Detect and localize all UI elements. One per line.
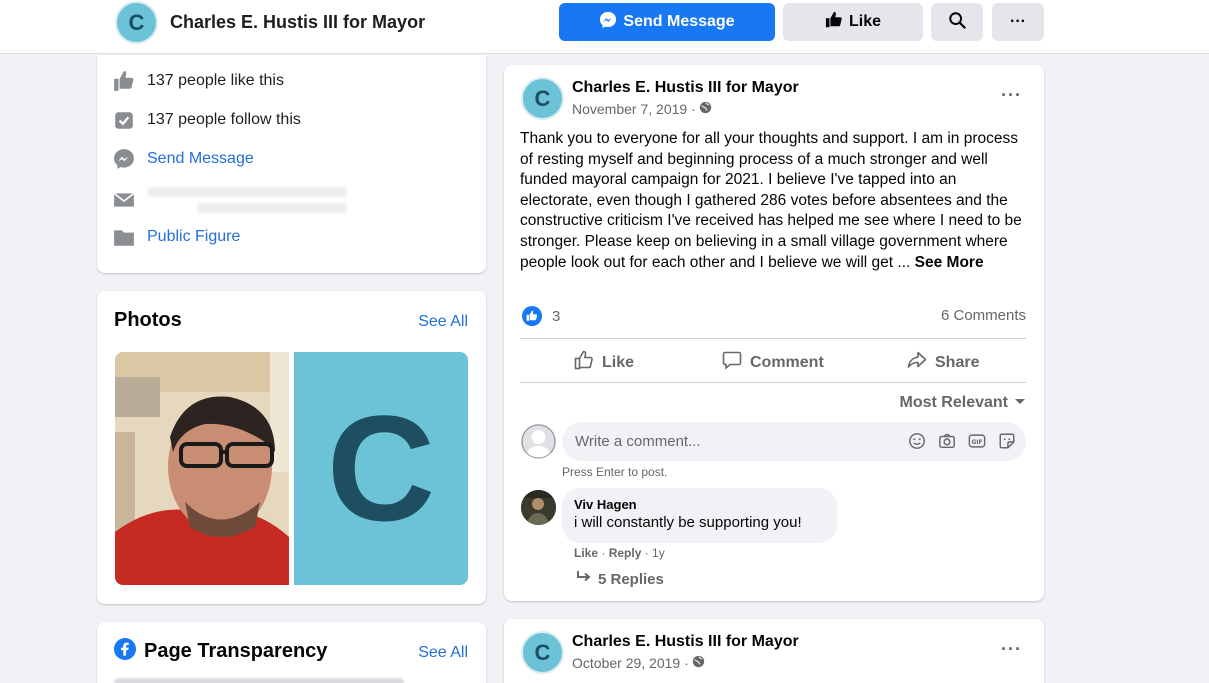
like-reaction-icon xyxy=(522,306,542,326)
photos-see-all-link[interactable]: See All xyxy=(418,313,468,331)
post-timestamp[interactable]: November 7, 2019 · xyxy=(572,101,712,117)
like-page-button[interactable]: Like xyxy=(783,3,923,41)
caret-down-icon xyxy=(1014,394,1026,412)
follow-check-icon xyxy=(113,109,135,131)
search-icon xyxy=(948,11,966,34)
divider xyxy=(520,338,1026,339)
thumbs-up-icon xyxy=(113,70,135,92)
gif-icon[interactable]: GIF xyxy=(968,432,986,455)
post-date-text: October 29, 2019 · xyxy=(572,655,689,671)
send-message-row[interactable]: Send Message xyxy=(113,148,254,170)
redacted-email xyxy=(147,187,347,213)
page-header: C Charles E. Hustis III for Mayor Send M… xyxy=(0,0,1209,54)
comment-input[interactable]: Write a comment... GIF xyxy=(562,422,1026,461)
search-button[interactable] xyxy=(931,3,983,41)
commenter-avatar[interactable] xyxy=(521,490,556,525)
like-post-button[interactable]: Like xyxy=(574,350,634,375)
post-text: Thank you to everyone for all your thoug… xyxy=(520,130,1022,271)
post-card: C Charles E. Hustis III for Mayor Novemb… xyxy=(504,65,1044,601)
share-button[interactable]: Share xyxy=(907,350,979,375)
follows-text: 137 people follow this xyxy=(147,111,301,128)
comment-text: i will constantly be supporting you! xyxy=(574,514,802,531)
likes-row: 137 people like this xyxy=(113,70,284,92)
profile-photo[interactable] xyxy=(115,352,289,585)
post-author-avatar[interactable]: C xyxy=(521,631,564,674)
reply-arrow-icon xyxy=(576,570,592,588)
globe-icon xyxy=(692,655,705,671)
messenger-icon xyxy=(599,11,617,34)
send-message-button[interactable]: Send Message xyxy=(559,3,775,41)
svg-text:GIF: GIF xyxy=(972,440,983,446)
post-options-button[interactable]: ··· xyxy=(1001,639,1022,660)
post-date-text: November 7, 2019 · xyxy=(572,101,696,117)
page-title[interactable]: Charles E. Hustis III for Mayor xyxy=(170,12,425,33)
transparency-text-clipped xyxy=(114,678,404,683)
logo-photo[interactable]: C xyxy=(294,352,468,585)
comment-button[interactable]: Comment xyxy=(722,350,824,375)
thumbs-up-icon xyxy=(825,11,843,34)
likes-text: 137 people like this xyxy=(147,72,284,89)
photos-title: Photos xyxy=(114,309,182,331)
more-icon: ··· xyxy=(1010,13,1026,30)
category-row[interactable]: Public Figure xyxy=(113,226,240,248)
like-page-label: Like xyxy=(848,13,881,30)
comment-icon xyxy=(722,350,742,375)
like-post-label: Like xyxy=(602,353,635,371)
send-message-link[interactable]: Send Message xyxy=(147,150,254,168)
reaction-summary[interactable]: 3 xyxy=(522,306,560,326)
post-timestamp[interactable]: October 29, 2019 · xyxy=(572,655,705,671)
logo-letter: C xyxy=(326,384,436,552)
comment-tools: GIF xyxy=(908,432,1016,455)
comment-sort-dropdown[interactable]: Most Relevant xyxy=(900,394,1026,412)
comment-placeholder: Write a comment... xyxy=(575,433,701,450)
transparency-title: Page Transparency xyxy=(144,640,328,662)
emoji-icon[interactable] xyxy=(908,432,926,455)
comment-bubble: Viv Hagen i will constantly be supportin… xyxy=(562,488,837,543)
thumbs-up-outline-icon xyxy=(574,350,594,375)
category-link[interactable]: Public Figure xyxy=(147,228,240,246)
post-options-button[interactable]: ··· xyxy=(1001,85,1022,106)
globe-icon xyxy=(699,101,712,117)
replies-count: 5 Replies xyxy=(598,570,664,588)
transparency-heading: Page Transparency xyxy=(114,638,327,665)
follows-row: 137 people follow this xyxy=(113,109,301,131)
comment-like-link[interactable]: Like xyxy=(574,546,598,560)
camera-icon[interactable] xyxy=(938,432,956,455)
comment-reply-link[interactable]: Reply xyxy=(609,546,642,560)
post-card-2: C Charles E. Hustis III for Mayor Octobe… xyxy=(504,619,1044,683)
messenger-icon xyxy=(113,148,135,170)
envelope-icon xyxy=(113,189,135,211)
post-body: Thank you to everyone for all your thoug… xyxy=(520,129,1030,273)
commenter-name[interactable]: Viv Hagen xyxy=(574,497,825,512)
facebook-icon xyxy=(114,638,136,665)
folder-icon xyxy=(113,226,135,248)
page-avatar[interactable]: C xyxy=(115,1,158,44)
current-user-avatar[interactable] xyxy=(521,424,556,459)
see-more-link[interactable]: See More xyxy=(915,254,984,271)
post-author-avatar[interactable]: C xyxy=(521,77,564,120)
comment-age[interactable]: · 1y xyxy=(645,546,665,560)
page-transparency-card: Page Transparency See All xyxy=(97,622,486,683)
comment-count-link[interactable]: 6 Comments xyxy=(941,307,1026,324)
more-options-button[interactable]: ··· xyxy=(992,3,1044,41)
comment-label: Comment xyxy=(750,353,824,371)
sticker-icon[interactable] xyxy=(998,432,1016,455)
view-replies-link[interactable]: 5 Replies xyxy=(576,570,664,588)
email-row[interactable] xyxy=(113,187,347,213)
about-card: 137 people like this 137 people follow t… xyxy=(97,55,486,273)
comment-actions: Like · Reply · 1y xyxy=(574,546,665,560)
send-message-label: Send Message xyxy=(623,13,735,30)
share-icon xyxy=(907,350,927,375)
sort-label: Most Relevant xyxy=(899,394,1008,411)
photos-card: Photos See All C xyxy=(97,291,486,604)
post-author-name[interactable]: Charles E. Hustis III for Mayor xyxy=(572,79,799,97)
divider xyxy=(520,382,1026,383)
share-label: Share xyxy=(935,353,980,371)
transparency-see-all-link[interactable]: See All xyxy=(418,644,468,662)
press-enter-hint: Press Enter to post. xyxy=(562,465,668,479)
reaction-count: 3 xyxy=(552,307,561,325)
post-author-name[interactable]: Charles E. Hustis III for Mayor xyxy=(572,633,799,651)
